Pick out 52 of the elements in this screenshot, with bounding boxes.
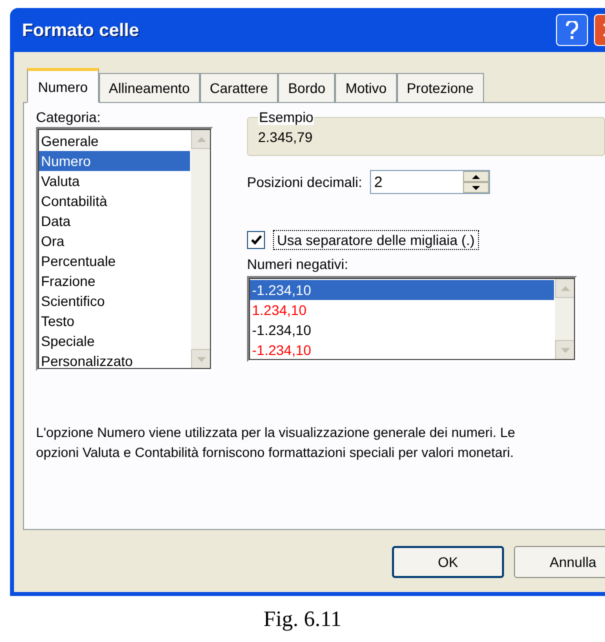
list-item[interactable]: Testo <box>39 311 190 331</box>
list-item[interactable]: Scientifico <box>39 291 190 311</box>
down-arrow-icon <box>472 186 480 190</box>
checkbox[interactable] <box>247 231 265 249</box>
decimals-spinner[interactable]: 2 <box>370 170 490 194</box>
negative-numbers-label: Numeri negativi: <box>247 256 348 272</box>
down-arrow-icon <box>196 356 206 362</box>
list-item[interactable]: -1.234,10 <box>250 340 554 360</box>
list-box[interactable]: Generale Numero Valuta Contabilità Data Ora Percentuale Frazione Scientifico Testo Speciale Personalizzato <box>36 127 213 371</box>
category-label: Categoria: <box>36 109 102 125</box>
checkmark-icon <box>250 235 262 245</box>
list-item[interactable]: Speciale <box>39 331 190 351</box>
up-arrow-icon <box>472 174 480 178</box>
tab[interactable]: Numero <box>27 68 99 103</box>
scroll-down-button[interactable] <box>555 340 575 360</box>
list-item[interactable]: Numero <box>39 151 190 171</box>
figure-caption: Fig. 6.11 <box>262 606 343 632</box>
description-text: L'opzione Numero viene utilizzata per la visualizzazione generale dei numeri. Le opzioni Valuta e Contabilità forniscono formattazioni speciali per valori monetari. <box>36 424 516 462</box>
tab[interactable]: Motivo <box>335 73 397 102</box>
list-item[interactable]: 1.234,10 <box>250 300 554 320</box>
list-item[interactable]: Generale <box>39 131 190 151</box>
sample-value: 2.345,79 <box>258 129 312 145</box>
list-box[interactable]: -1.234,10 1.234,10 -1.234,10 -1.234,10 <box>247 276 577 362</box>
cancel-button[interactable]: Annulla <box>514 546 605 578</box>
list-item[interactable]: Percentuale <box>39 251 190 271</box>
list-item[interactable]: -1.234,10 <box>250 280 554 300</box>
window-title: Formato celle <box>22 20 140 40</box>
down-arrow-icon <box>560 348 570 352</box>
list-item[interactable]: Contabilità <box>39 191 190 211</box>
spin-down-button[interactable] <box>463 182 490 193</box>
list-item[interactable]: Ora <box>39 231 190 251</box>
list-item[interactable]: Data <box>39 211 190 231</box>
list-item[interactable]: Frazione <box>39 271 190 291</box>
checkbox-label[interactable]: Usa separatore delle migliaia (.) <box>273 230 479 250</box>
tab[interactable]: Allineamento <box>98 73 200 102</box>
tab[interactable]: Bordo <box>278 73 336 102</box>
scroll-down-button[interactable] <box>191 349 211 369</box>
up-arrow-icon <box>560 286 570 290</box>
list-item[interactable]: Valuta <box>39 171 190 191</box>
up-arrow-icon <box>196 136 206 142</box>
decimals-label: Posizioni decimali: <box>247 174 362 190</box>
question-mark-icon <box>566 21 578 39</box>
tab[interactable]: Protezione <box>396 73 484 102</box>
ok-button[interactable]: OK <box>392 546 504 578</box>
spin-up-button[interactable] <box>463 171 490 182</box>
sample-label: Esempio <box>258 109 314 125</box>
scroll-up-button[interactable] <box>191 129 211 149</box>
tab[interactable]: Carattere <box>200 73 278 102</box>
help-button[interactable] <box>556 14 588 46</box>
scroll-up-button[interactable] <box>555 278 575 298</box>
list-item[interactable]: -1.234,10 <box>250 320 554 340</box>
list-item[interactable]: Personalizzato <box>39 351 190 371</box>
